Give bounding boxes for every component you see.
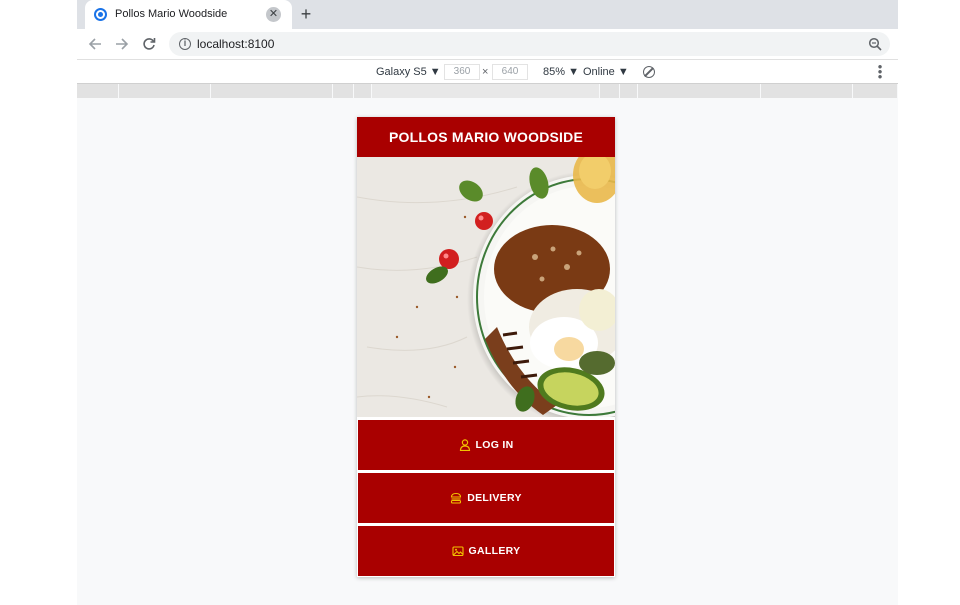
network-select[interactable]: Online ▼: [583, 66, 629, 78]
gallery-button[interactable]: GALLERY: [358, 526, 614, 576]
browser-tab[interactable]: Pollos Mario Woodside ✕: [85, 0, 292, 29]
media-query-segment[interactable]: [77, 84, 119, 98]
media-query-segment[interactable]: [119, 84, 211, 98]
favicon-icon: [94, 8, 107, 21]
arrow-left-icon: [88, 38, 101, 50]
media-query-segment[interactable]: [372, 84, 600, 98]
food-plate-illustration: [357, 157, 615, 417]
media-query-segment[interactable]: [853, 84, 898, 98]
media-query-segment[interactable]: [211, 84, 333, 98]
media-query-segment[interactable]: [600, 84, 620, 98]
reload-icon: [143, 38, 156, 50]
device-width-input[interactable]: 360: [444, 64, 480, 80]
dimension-separator: ×: [482, 66, 489, 78]
browser-window: Pollos Mario Woodside ✕ + i localhost:81…: [77, 0, 898, 605]
mobile-app: POLLOS MARIO WOODSIDE LOG IN DELIVERY GA…: [357, 117, 615, 577]
info-icon[interactable]: i: [179, 38, 191, 50]
media-query-segment[interactable]: [761, 84, 853, 98]
new-tab-button[interactable]: +: [296, 4, 316, 24]
rotate-icon[interactable]: [643, 66, 655, 78]
device-toolbar: Galaxy S5 ▼ 360 × 640 85% ▼ Online ▼ • • •: [77, 59, 898, 84]
media-query-segment[interactable]: [620, 84, 638, 98]
arrow-right-icon: [116, 38, 129, 50]
image-icon: [451, 546, 464, 557]
back-button[interactable]: [85, 34, 105, 54]
media-query-segment[interactable]: [638, 84, 761, 98]
forward-button[interactable]: [112, 34, 132, 54]
delivery-button[interactable]: DELIVERY: [358, 473, 614, 523]
media-query-bar[interactable]: [77, 84, 898, 98]
tab-strip: Pollos Mario Woodside ✕ +: [77, 0, 898, 29]
media-query-segment[interactable]: [354, 84, 372, 98]
url-text: localhost:8100: [197, 37, 275, 51]
zoom-icon[interactable]: [868, 37, 882, 51]
more-options-icon[interactable]: • • •: [875, 60, 885, 83]
device-viewport: POLLOS MARIO WOODSIDE LOG IN DELIVERY GA…: [77, 98, 898, 605]
tab-title: Pollos Mario Woodside: [115, 8, 228, 20]
zoom-select[interactable]: 85% ▼: [543, 66, 579, 78]
close-tab-icon[interactable]: ✕: [266, 7, 281, 22]
hero-food-image: [357, 157, 615, 417]
person-icon: [459, 439, 470, 451]
burger-icon: [451, 492, 462, 504]
reload-button[interactable]: [139, 34, 159, 54]
address-bar[interactable]: i localhost:8100: [169, 32, 890, 56]
login-button[interactable]: LOG IN: [358, 420, 614, 470]
delivery-label: DELIVERY: [467, 492, 522, 504]
gallery-label: GALLERY: [468, 545, 521, 557]
device-select[interactable]: Galaxy S5 ▼: [376, 66, 441, 78]
browser-toolbar: i localhost:8100: [77, 29, 898, 59]
media-query-segment[interactable]: [333, 84, 354, 98]
app-title: POLLOS MARIO WOODSIDE: [357, 117, 615, 157]
login-label: LOG IN: [475, 439, 514, 451]
device-height-input[interactable]: 640: [492, 64, 528, 80]
